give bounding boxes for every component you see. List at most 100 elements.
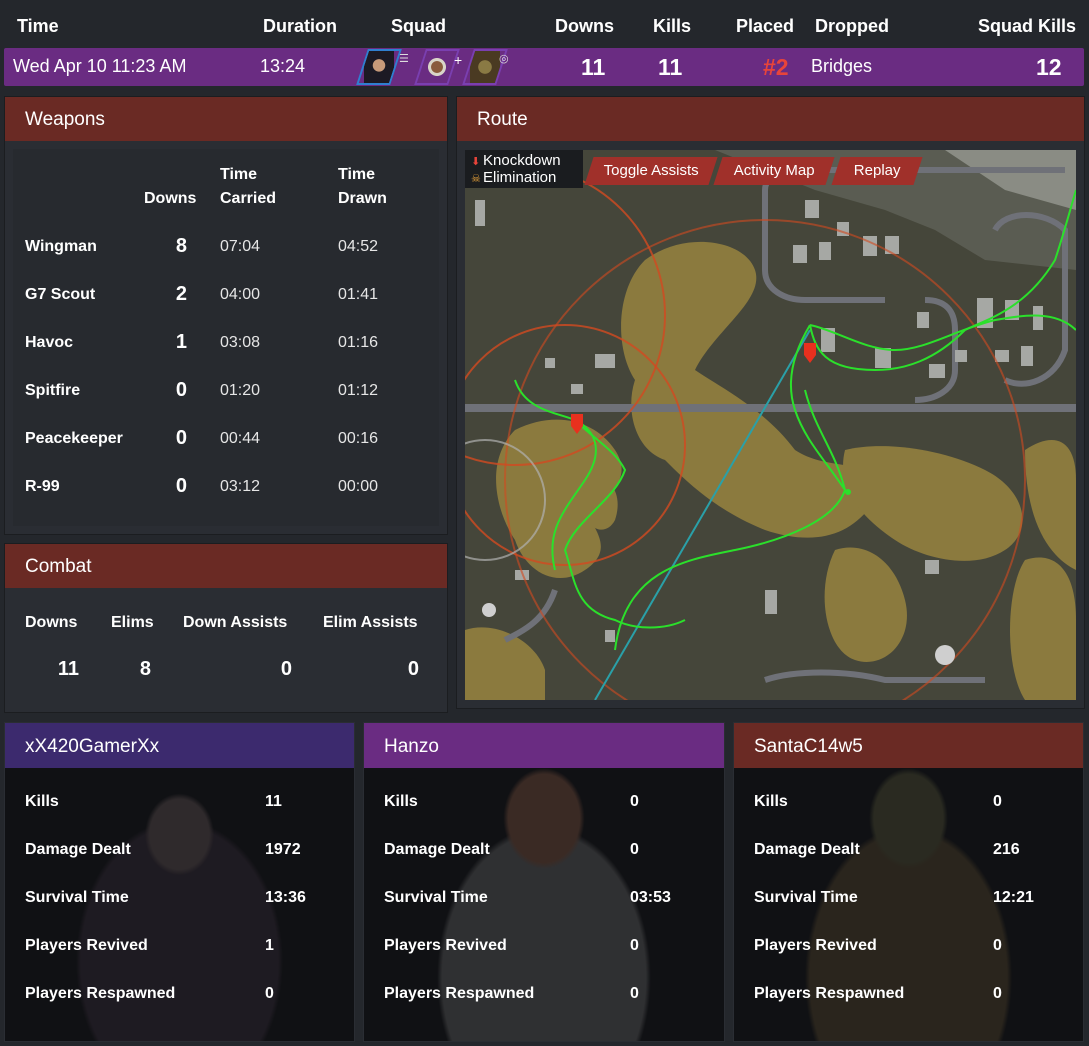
match-time: Wed Apr 10 11:23 AM — [13, 56, 187, 76]
respawned-label: Players Respawned — [384, 985, 535, 1002]
player-card: Hanzo Kills 0 Damage Dealt 0 Survival Ti… — [363, 722, 725, 1042]
activity-map-label: Activity Map — [733, 162, 815, 179]
revived-value: 0 — [993, 937, 1002, 954]
combat-panel-header: Combat — [5, 544, 447, 588]
combat-title: Combat — [25, 556, 92, 577]
col-weapon-downs: Downs — [144, 190, 197, 207]
combat-elims-value: 8 — [139, 658, 151, 680]
activity-map-button[interactable]: Activity Map — [713, 157, 835, 185]
weapon-time-drawn: 04:52 — [338, 238, 379, 255]
weapon-downs: 2 — [175, 283, 187, 305]
weapon-downs: 0 — [175, 379, 187, 401]
respawned-label: Players Respawned — [754, 985, 905, 1002]
combat-downs-value: 11 — [57, 658, 79, 680]
route-map[interactable] — [465, 150, 1076, 700]
col-downs: Downs — [555, 16, 615, 36]
revived-value: 0 — [630, 937, 639, 954]
kills-value: 0 — [993, 793, 1002, 810]
weapons-panel-header: Weapons — [5, 97, 447, 141]
weapon-time-carried: 00:44 — [220, 430, 261, 447]
weapon-downs: 0 — [175, 427, 187, 449]
col-time-carried-1: Time — [220, 166, 258, 183]
match-row[interactable]: Wed Apr 10 11:23 AM 13:24 ☰ + ◎ 11 11 #2… — [4, 48, 1084, 86]
knockdown-arrow-icon: ⬇ — [471, 156, 481, 168]
weapon-name: G7 Scout — [25, 286, 96, 303]
survival-label: Survival Time — [25, 889, 129, 906]
weapons-panel: Weapons Downs Time Carried Time Drawn Wi… — [4, 96, 448, 535]
combat-elim-assists-value: 0 — [407, 658, 419, 680]
kills-label: Kills — [754, 793, 788, 810]
skull-badge-icon: ☰ — [399, 53, 409, 65]
target-badge-icon: ◎ — [499, 53, 509, 65]
weapon-name: Spitfire — [25, 382, 81, 399]
col-duration: Duration — [263, 16, 337, 36]
replay-label: Replay — [853, 162, 901, 179]
survival-value: 13:36 — [265, 889, 306, 906]
survival-label: Survival Time — [754, 889, 858, 906]
weapon-downs: 8 — [175, 235, 187, 257]
weapon-time-carried: 04:00 — [220, 286, 261, 303]
weapon-name: Peacekeeper — [25, 430, 123, 447]
replay-button[interactable]: Replay — [831, 157, 923, 185]
lifeline-portrait-icon — [414, 49, 460, 85]
col-squad: Squad — [391, 16, 447, 36]
survival-value: 12:21 — [993, 889, 1034, 906]
player-card-header: Hanzo — [364, 723, 724, 768]
kills-label: Kills — [25, 793, 59, 810]
skull-icon: ☠ — [471, 173, 481, 185]
col-time-drawn-2: Drawn — [338, 190, 387, 207]
respawned-label: Players Respawned — [25, 985, 176, 1002]
player-name: SantaC14w5 — [754, 736, 863, 757]
kills-value: 0 — [630, 793, 639, 810]
match-downs: 11 — [581, 54, 606, 80]
survival-label: Survival Time — [384, 889, 488, 906]
map-legend: ⬇ Knockdown ☠ Elimination — [465, 150, 583, 188]
weapon-time-carried: 03:12 — [220, 478, 261, 495]
damage-label: Damage Dealt — [384, 841, 490, 858]
kills-value: 11 — [265, 793, 282, 810]
weapon-time-drawn: 00:00 — [338, 478, 379, 495]
weapon-time-drawn: 01:12 — [338, 382, 379, 399]
damage-value: 0 — [630, 841, 639, 858]
damage-value: 1972 — [265, 841, 301, 858]
col-time-drawn-1: Time — [338, 166, 376, 183]
revived-value: 1 — [265, 937, 274, 954]
toggle-assists-label: Toggle Assists — [603, 162, 699, 179]
combat-downs-label: Downs — [25, 614, 78, 631]
respawned-value: 0 — [993, 985, 1002, 1002]
player-name: Hanzo — [384, 736, 439, 757]
combat-panel: Combat Downs Elims Down Assists Elim Ass… — [4, 543, 448, 713]
legend-knockdown: ⬇ Knockdown — [471, 152, 561, 169]
medic-plus-icon: + — [454, 52, 463, 68]
combat-down-assists-label: Down Assists — [183, 614, 288, 631]
route-title: Route — [477, 109, 528, 130]
match-squad-kills: 12 — [1036, 54, 1062, 80]
toggle-assists-button[interactable]: Toggle Assists — [584, 157, 718, 185]
col-placed: Placed — [736, 16, 795, 36]
col-dropped: Dropped — [815, 16, 889, 36]
weapon-time-carried: 01:20 — [220, 382, 261, 399]
combat-elim-assists-label: Elim Assists — [323, 614, 418, 631]
match-placed: #2 — [763, 54, 789, 80]
legend-elimination: ☠ Elimination — [471, 169, 556, 186]
col-squad-kills: Squad Kills — [978, 16, 1077, 36]
match-kills: 11 — [658, 54, 683, 80]
col-kills: Kills — [653, 16, 692, 36]
legend-knockdown-label: Knockdown — [483, 152, 561, 169]
respawned-value: 0 — [265, 985, 274, 1002]
weapon-time-carried: 03:08 — [220, 334, 261, 351]
wraith-portrait-icon — [356, 49, 402, 85]
weapons-title: Weapons — [25, 109, 105, 130]
weapon-name: Havoc — [25, 334, 74, 351]
damage-label: Damage Dealt — [754, 841, 860, 858]
player-card: xX420GamerXx Kills 11 Damage Dealt 1972 … — [4, 722, 355, 1042]
weapon-downs: 1 — [175, 331, 187, 353]
weapon-time-carried: 07:04 — [220, 238, 261, 255]
revived-label: Players Revived — [754, 937, 877, 954]
damage-value: 216 — [993, 841, 1020, 858]
respawned-value: 0 — [630, 985, 639, 1002]
damage-label: Damage Dealt — [25, 841, 131, 858]
weapon-name: R-99 — [25, 478, 60, 495]
col-time-carried-2: Carried — [220, 190, 277, 207]
legend-elimination-label: Elimination — [483, 169, 557, 186]
